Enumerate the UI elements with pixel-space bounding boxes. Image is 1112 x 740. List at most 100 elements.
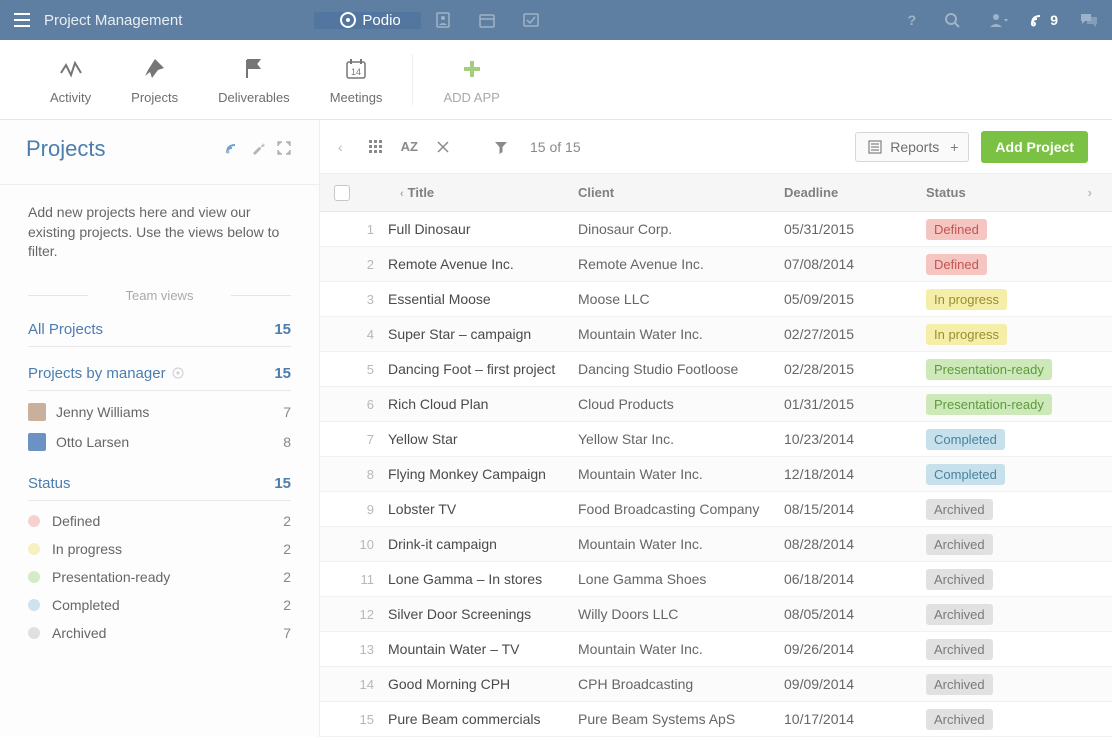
app-deliverables[interactable]: Deliverables [198, 54, 310, 105]
table-row[interactable]: 9 Lobster TV Food Broadcasting Company 0… [320, 492, 1112, 527]
header-deadline[interactable]: Deadline [784, 185, 926, 200]
view-all-projects[interactable]: All Projects 15 [28, 321, 291, 347]
header-client[interactable]: Client [578, 185, 784, 200]
app-projects[interactable]: Projects [111, 54, 198, 105]
row-title: Remote Avenue Inc. [388, 256, 578, 272]
contacts-button[interactable] [421, 12, 465, 28]
table-row[interactable]: 12 Silver Door Screenings Willy Doors LL… [320, 597, 1112, 632]
table-row[interactable]: 11 Lone Gamma – In stores Lone Gamma Sho… [320, 562, 1112, 597]
status-count: 2 [283, 569, 291, 585]
expand-button[interactable] [271, 141, 297, 158]
view-by-manager[interactable]: Projects by manager 15 [28, 365, 291, 391]
row-title: Lobster TV [388, 501, 578, 517]
row-client: Dancing Studio Footloose [578, 361, 784, 377]
podio-logo[interactable]: Podio [314, 12, 420, 29]
settings-button[interactable] [245, 141, 271, 158]
status-filter-row[interactable]: Archived7 [28, 619, 291, 647]
row-status: Archived [926, 569, 1112, 590]
manager-count: 7 [283, 404, 291, 420]
row-title: Yellow Star [388, 431, 578, 447]
help-icon: ? [908, 12, 917, 28]
table-row[interactable]: 5 Dancing Foot – first project Dancing S… [320, 352, 1112, 387]
sort-az-label: AZ [401, 139, 418, 154]
tools-button[interactable] [430, 136, 456, 158]
notifications-button[interactable]: 9 [1022, 12, 1066, 28]
search-button[interactable] [930, 0, 974, 40]
table-row[interactable]: 8 Flying Monkey Campaign Mountain Water … [320, 457, 1112, 492]
manager-row[interactable]: Otto Larsen8 [28, 427, 291, 457]
app-activity[interactable]: Activity [30, 54, 111, 105]
view-status[interactable]: Status 15 [28, 475, 291, 501]
table-row[interactable]: 7 Yellow Star Yellow Star Inc. 10/23/201… [320, 422, 1112, 457]
user-icon [988, 12, 1008, 28]
report-icon [868, 140, 882, 154]
app-projects-label: Projects [131, 90, 178, 105]
row-status: Archived [926, 604, 1112, 625]
reports-button[interactable]: Reports [855, 132, 952, 162]
chevron-left-icon: ‹ [338, 139, 343, 155]
layout-button[interactable] [363, 136, 389, 158]
view-all-projects-count: 15 [274, 321, 291, 338]
gear-icon [172, 367, 184, 379]
status-count: 7 [283, 625, 291, 641]
table-row[interactable]: 2 Remote Avenue Inc. Remote Avenue Inc. … [320, 247, 1112, 282]
table-row[interactable]: 3 Essential Moose Moose LLC 05/09/2015 I… [320, 282, 1112, 317]
add-project-button[interactable]: Add Project [981, 131, 1088, 163]
row-client: Willy Doors LLC [578, 606, 784, 622]
table-row[interactable]: 10 Drink-it campaign Mountain Water Inc.… [320, 527, 1112, 562]
table-row[interactable]: 15 Pure Beam commercials Pure Beam Syste… [320, 702, 1112, 737]
status-filter-row[interactable]: Presentation-ready 2 [28, 563, 291, 591]
status-count: 2 [283, 513, 291, 529]
row-title: Super Star – campaign [388, 326, 578, 342]
row-client: Yellow Star Inc. [578, 431, 784, 447]
workspace-title[interactable]: Project Management [44, 12, 182, 29]
list-toolbar: ‹ AZ 15 of 15 Reports + Add Project [320, 120, 1112, 174]
table-row[interactable]: 1 Full Dinosaur Dinosaur Corp. 05/31/201… [320, 212, 1112, 247]
collapse-sidebar-button[interactable]: ‹ [330, 139, 351, 155]
tasks-button[interactable] [509, 12, 553, 28]
status-filter-row[interactable]: In progress2 [28, 535, 291, 563]
add-report-button[interactable]: + [940, 132, 969, 162]
header-status[interactable]: Status› [926, 185, 1112, 200]
table-row[interactable]: 4 Super Star – campaign Mountain Water I… [320, 317, 1112, 352]
status-dot-icon [28, 571, 40, 583]
row-deadline: 05/09/2015 [784, 291, 926, 307]
chat-button[interactable] [1066, 0, 1112, 40]
table-row[interactable]: 6 Rich Cloud Plan Cloud Products 01/31/2… [320, 387, 1112, 422]
table-row[interactable]: 13 Mountain Water – TV Mountain Water In… [320, 632, 1112, 667]
add-app-button[interactable]: ADD APP [412, 54, 519, 105]
sort-az-button[interactable]: AZ [395, 135, 424, 158]
app-meetings[interactable]: 14 Meetings [310, 54, 403, 105]
status-filter-row[interactable]: Completed2 [28, 591, 291, 619]
row-client: Pure Beam Systems ApS [578, 711, 784, 727]
row-client: Dinosaur Corp. [578, 221, 784, 237]
user-menu[interactable] [974, 0, 1022, 40]
row-deadline: 10/17/2014 [784, 711, 926, 727]
filter-button[interactable] [488, 136, 514, 158]
hamburger-icon [14, 13, 30, 27]
header-title[interactable]: ‹Title [388, 185, 578, 200]
status-label: Presentation-ready [52, 569, 170, 585]
status-badge: Completed [926, 464, 1005, 485]
row-title: Lone Gamma – In stores [388, 571, 578, 587]
row-title: Pure Beam commercials [388, 711, 578, 727]
select-all-checkbox[interactable] [334, 185, 350, 201]
row-title: Mountain Water – TV [388, 641, 578, 657]
calendar-button[interactable] [465, 12, 509, 28]
row-status: Presentation-ready [926, 359, 1112, 380]
app-deliverables-label: Deliverables [218, 90, 290, 105]
flag-icon [243, 58, 265, 80]
manager-row[interactable]: Jenny Williams7 [28, 397, 291, 427]
menu-button[interactable] [0, 0, 44, 40]
chevron-left-icon: ‹ [400, 188, 404, 200]
row-status: Defined [926, 219, 1112, 240]
result-count: 15 of 15 [530, 139, 581, 155]
row-client: Cloud Products [578, 396, 784, 412]
row-deadline: 08/05/2014 [784, 606, 926, 622]
status-filter-row[interactable]: Defined2 [28, 507, 291, 535]
help-button[interactable]: ? [894, 0, 931, 40]
team-views-separator: Team views [28, 288, 291, 303]
status-dot-icon [28, 627, 40, 639]
table-row[interactable]: 14 Good Morning CPH CPH Broadcasting 09/… [320, 667, 1112, 702]
follow-button[interactable] [219, 141, 245, 158]
